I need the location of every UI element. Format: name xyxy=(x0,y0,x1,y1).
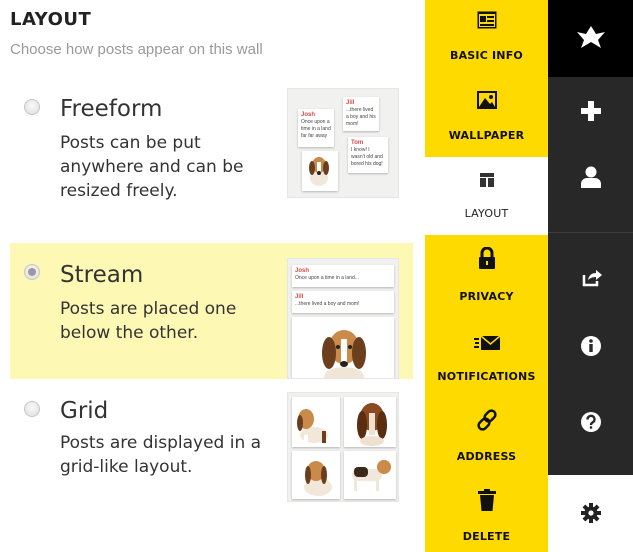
mini-post: Tom I know! I wasn't old and bored his d… xyxy=(348,137,388,173)
toolbar-divider xyxy=(548,232,633,233)
mini-post-text: Once upon a time in a land far far away xyxy=(301,119,331,139)
layout-option-stream[interactable]: Stream Posts are placed one below the ot… xyxy=(10,243,413,379)
freeform-thumbnail: Josh Once upon a time in a land far far … xyxy=(287,88,399,198)
email-icon xyxy=(473,336,500,350)
nav-label: DELETE xyxy=(462,530,511,543)
beagle-image xyxy=(352,460,391,491)
right-toolbar xyxy=(548,0,633,552)
profile-button[interactable] xyxy=(548,148,633,228)
beagle-image xyxy=(297,409,328,445)
option-name: Grid xyxy=(60,398,109,424)
layout-panel: LAYOUT Choose how posts appear on this w… xyxy=(0,0,425,552)
logo-button[interactable] xyxy=(548,0,633,77)
panel-title: LAYOUT xyxy=(10,9,92,30)
mini-post-author: Tom xyxy=(351,140,364,146)
option-description: Posts are placed one below the other. xyxy=(60,299,237,343)
layout-option-freeform[interactable]: Freeform Posts can be put anywhere and c… xyxy=(10,86,413,204)
nav-label: NOTIFICATIONS xyxy=(437,370,536,383)
mini-post-author: Jill xyxy=(295,294,304,300)
gear-icon xyxy=(581,503,601,523)
nav-item-wallpaper[interactable]: WALLPAPER xyxy=(425,77,548,157)
user-icon xyxy=(581,166,601,188)
mini-post-author: Josh xyxy=(301,112,316,118)
add-post-button[interactable] xyxy=(548,77,633,157)
beagle-image xyxy=(309,157,329,186)
mini-post: Josh Once upon a time in a land... xyxy=(292,265,394,287)
lock-icon xyxy=(478,247,495,269)
nav-label: WALLPAPER xyxy=(448,129,525,142)
layout-columns-icon xyxy=(479,173,494,187)
mini-post-text: ...there lived a boy and his mom! xyxy=(346,107,376,127)
mini-post-image xyxy=(292,451,340,499)
settings-button[interactable] xyxy=(548,475,633,552)
image-icon xyxy=(476,91,497,109)
option-description: Posts can be put anywhere and can be res… xyxy=(60,133,244,201)
stream-thumbnail: Josh Once upon a time in a land... Jill … xyxy=(287,258,399,379)
nav-label: PRIVACY xyxy=(459,290,514,303)
padlet-logo-icon xyxy=(577,26,605,48)
mini-post-image xyxy=(292,317,394,378)
mini-post: Jill ...there lived a boy and his mom! xyxy=(343,97,379,131)
share-icon xyxy=(582,270,602,287)
nav-item-notifications[interactable]: NOTIFICATIONS xyxy=(425,315,548,395)
grid-thumbnail xyxy=(287,392,399,502)
mini-post-image xyxy=(344,397,396,447)
mini-post: Jill ...there lived a boy and mom! xyxy=(292,291,394,313)
mini-post-image xyxy=(302,151,338,191)
mini-post-author: Jill xyxy=(346,100,355,106)
layout-option-grid[interactable]: Grid Posts are displayed in a grid-like … xyxy=(10,386,413,504)
mini-post-image xyxy=(344,451,396,499)
nav-item-privacy[interactable]: PRIVACY xyxy=(425,235,548,315)
info-button[interactable] xyxy=(548,312,633,392)
beagle-image xyxy=(292,317,394,378)
help-icon xyxy=(581,412,601,432)
mini-post-text: I know! I wasn't old and bored his dog! xyxy=(351,147,383,167)
plus-icon xyxy=(581,101,601,121)
stream-radio[interactable] xyxy=(24,264,40,280)
settings-nav: BASIC INFO WALLPAPER LAYOUT PRIVACY NOTI… xyxy=(425,0,548,552)
grid-radio[interactable] xyxy=(24,401,40,417)
mini-post: Josh Once upon a time in a land far far … xyxy=(298,109,334,147)
nav-item-address[interactable]: ADDRESS xyxy=(425,395,548,475)
info-icon xyxy=(581,336,601,356)
nav-label: LAYOUT xyxy=(464,207,509,220)
help-button[interactable] xyxy=(548,388,633,468)
trash-icon xyxy=(477,489,496,511)
panel-subtitle: Choose how posts appear on this wall xyxy=(10,41,263,58)
option-name: Stream xyxy=(60,262,144,288)
nav-label: ADDRESS xyxy=(456,450,517,463)
freeform-radio[interactable] xyxy=(24,99,40,115)
link-icon xyxy=(476,409,497,431)
basset-image xyxy=(357,403,387,446)
mini-post-author: Josh xyxy=(295,268,310,274)
mini-post-text: Once upon a time in a land... xyxy=(295,275,359,281)
beagle-image xyxy=(304,461,332,496)
nav-item-layout[interactable]: LAYOUT xyxy=(425,157,548,235)
nav-item-delete[interactable]: DELETE xyxy=(425,475,548,552)
mini-post-image xyxy=(292,397,340,447)
nav-item-basic-info[interactable]: BASIC INFO xyxy=(425,0,548,77)
mini-post-text: ...there lived a boy and mom! xyxy=(295,301,360,307)
nav-label: BASIC INFO xyxy=(450,49,523,62)
id-card-icon xyxy=(477,11,496,29)
option-name: Freeform xyxy=(60,96,163,122)
option-description: Posts are displayed in a grid-like layou… xyxy=(60,433,262,477)
